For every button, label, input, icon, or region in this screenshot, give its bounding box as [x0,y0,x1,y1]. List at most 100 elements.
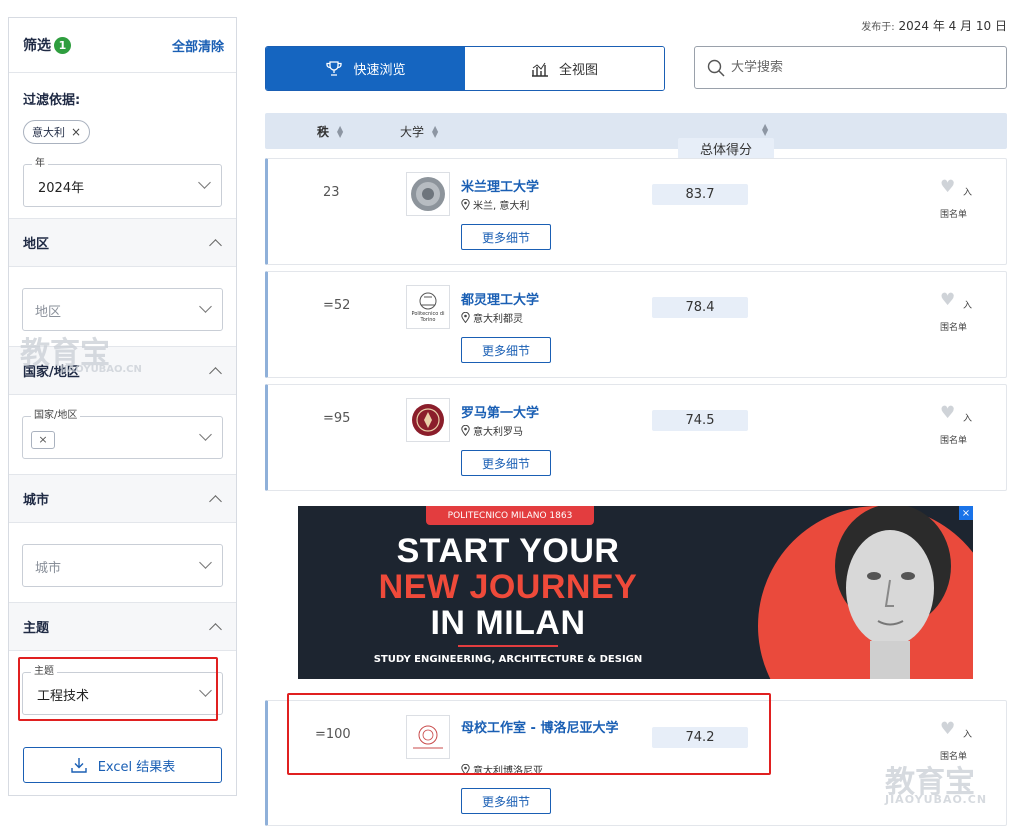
ad-close-icon[interactable]: × [959,506,973,520]
excel-download-button[interactable]: Excel 结果表 [23,747,222,783]
filter-by-section: 过滤依据: 意大利 × 年 2024年 [9,73,236,219]
quick-view-label: 快速浏览 [353,63,406,78]
region-select[interactable]: 地区 [22,288,223,331]
university-name-link[interactable]: 母校工作室 - 博洛尼亚大学 [461,718,631,739]
university-location: 意大利都灵 [461,310,523,325]
heart-icon: ♥ [940,290,956,310]
more-details-button[interactable]: 更多细节 [461,788,551,814]
university-name-link[interactable]: 都灵理工大学 [461,289,539,308]
year-select[interactable]: 年 2024年 [23,158,222,207]
city-placeholder: 城市 [35,561,62,576]
shortlist-toggle[interactable]: ♥ 入 围名单 [940,290,976,334]
shortlist-label-a: 入 [963,301,973,311]
search-icon [707,59,725,77]
location-text: 意大利博洛尼亚 [473,766,543,777]
city-section-header[interactable]: 城市 [9,475,236,523]
chevron-down-icon [199,428,212,441]
published-prefix: 发布于: [861,22,895,33]
clear-country-icon[interactable]: × [31,431,55,449]
shortlist-label-a: 入 [963,414,973,424]
filter-title-text: 筛选 [23,38,51,54]
watermark-en: JIAOYUBAO.CN [885,793,988,806]
university-location: 米兰, 意大利 [461,197,529,212]
clear-all-link[interactable]: 全部清除 [172,36,224,55]
score-column-header[interactable]: 总体得分 [678,138,774,159]
advertisement-banner[interactable]: POLITECNICO MILANO 1863 START YOUR NEW J… [298,506,973,679]
ad-headline-3: IN MILAN [430,604,586,642]
more-details-button[interactable]: 更多细节 [461,450,551,476]
chevron-down-icon [198,176,211,189]
country-legend: 国家/地区 [31,410,81,422]
rank-column-header[interactable]: 秩 ▲ ▼ [317,123,343,140]
subject-section-body: 主题 工程技术 [9,651,236,731]
active-filter-chip-label: 意大利 [32,126,65,139]
subject-section-header[interactable]: 主题 [9,603,236,651]
row-rank: 23 [323,185,340,200]
more-details-button[interactable]: 更多细节 [461,337,551,363]
shortlist-toggle[interactable]: ♥ 入 围名单 [940,405,976,447]
score-header-label: 总体得分 [699,143,752,158]
shortlist-toggle[interactable]: ♥ 入 围名单 [940,177,976,221]
country-select[interactable]: 国家/地区 × [22,410,223,459]
watermark-en: JIAOYUBAO.CN [60,364,142,375]
ad-subline: STUDY ENGINEERING, ARCHITECTURE & DESIGN [373,654,643,665]
heart-icon: ♥ [940,177,956,197]
shortlist-label-b: 围名单 [940,436,968,446]
sort-icon: ▲ ▼ [337,123,344,139]
subject-value: 工程技术 [37,689,90,704]
shortlist-label-a: 入 [963,188,973,198]
ad-divider [458,645,558,647]
polito-emblem-icon [419,292,437,310]
subject-select[interactable]: 主题 工程技术 [22,666,223,715]
university-row: =52 Politecnico di Torino 都灵理工大学 意大利都灵 更… [265,271,1007,378]
location-text: 意大利都灵 [473,314,523,325]
university-logo: Politecnico di Torino [406,285,450,329]
chevron-up-icon [209,494,222,508]
filter-header: 筛选 1 全部清除 [9,18,236,73]
trophy-icon [326,60,343,76]
city-select[interactable]: 城市 [22,544,223,587]
overall-score: 78.4 [652,297,748,318]
view-toggle: 快速浏览 全视图 [265,46,665,91]
search-input[interactable] [731,60,991,75]
university-search[interactable] [694,46,1007,89]
shortlist-toggle[interactable]: ♥ 入 围名单 [940,721,976,763]
more-details-button[interactable]: 更多细节 [461,224,551,250]
chevron-down-icon [199,684,212,697]
logo-caption: Politecnico di Torino [411,311,445,323]
shortlist-label-b: 围名单 [940,323,968,333]
overall-score: 74.2 [652,727,748,748]
city-section-title: 城市 [23,493,50,508]
published-date: 发布于: 2024 年 4 月 10 日 [861,17,1007,34]
unibo-seal-icon [413,725,443,749]
university-name-link[interactable]: 罗马第一大学 [461,402,539,421]
filter-count-badge: 1 [54,36,71,54]
university-column-header[interactable]: 大学 ▲ ▼ [400,123,438,140]
chevron-down-icon [199,300,212,313]
portrait-image [835,506,951,679]
row-rank: =52 [323,298,351,313]
university-header-label: 大学 [400,125,425,139]
location-pin-icon [461,425,470,436]
full-view-tab[interactable]: 全视图 [465,47,664,90]
city-section-body: 城市 [9,523,236,603]
published-date-value: 2024 年 4 月 10 日 [898,19,1007,33]
ad-brand-tag: POLITECNICO MILANO 1863 [426,506,594,525]
subject-section-title: 主题 [23,621,50,636]
full-view-label: 全视图 [558,63,598,78]
sort-icon[interactable]: ▲ ▼ [762,123,768,137]
location-text: 米兰, 意大利 [473,201,530,212]
university-logo [406,715,450,759]
filter-by-label: 过滤依据: [23,93,81,108]
year-legend: 年 [32,158,48,170]
university-name-link[interactable]: 米兰理工大学 [461,176,539,195]
shortlist-label-a: 入 [963,730,973,740]
year-value: 2024年 [38,181,85,196]
quick-view-tab[interactable]: 快速浏览 [266,47,465,90]
remove-filter-icon[interactable]: × [71,125,81,139]
excel-button-label: Excel 结果表 [97,759,176,775]
ad-headline-1: START YOUR [396,532,620,570]
region-section-header[interactable]: 地区 [9,219,236,267]
ad-headline-2: NEW JOURNEY [378,568,638,606]
chevron-up-icon [209,366,222,380]
